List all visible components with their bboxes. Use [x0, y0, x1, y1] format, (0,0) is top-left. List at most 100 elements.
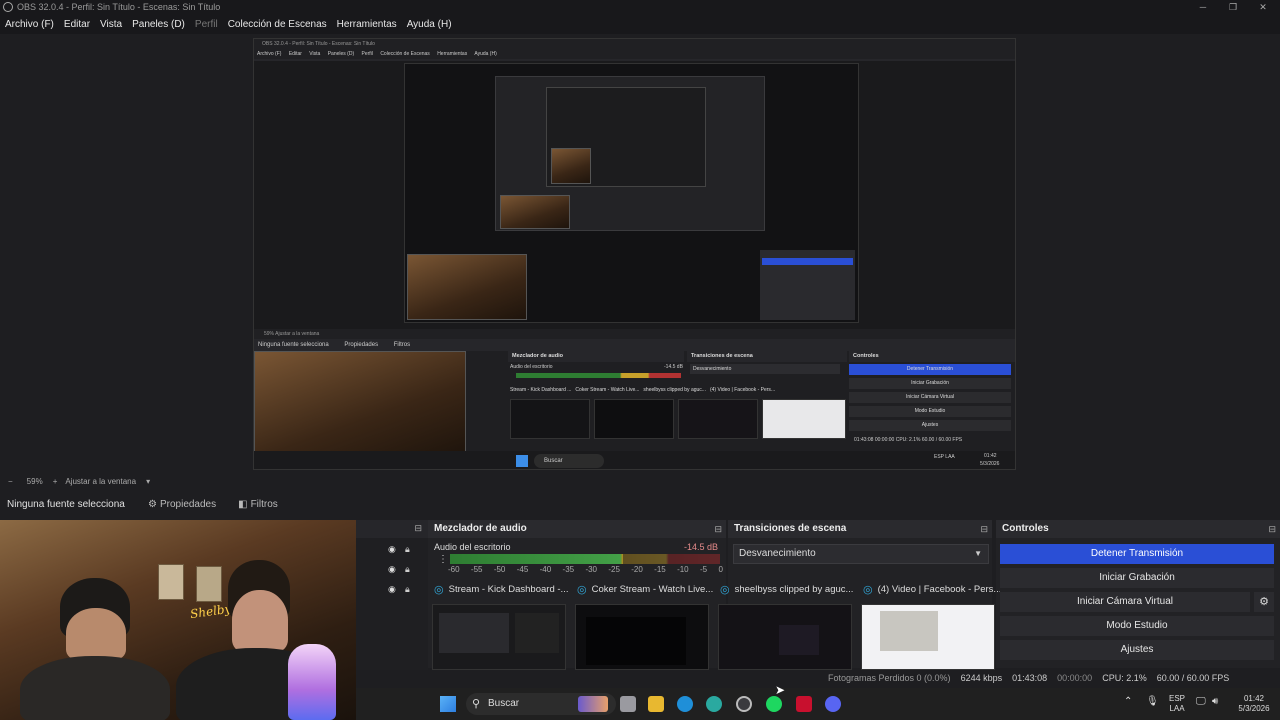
start-virtual-camera-button[interactable]: Iniciar Cámara Virtual: [1000, 592, 1250, 612]
filter-icon: ◧: [238, 498, 248, 510]
search-icon: ⚲: [472, 698, 481, 710]
nested-lang: ESP LAA: [934, 454, 955, 460]
window-preview-label: (4) Video | Facebook - Pers...: [877, 583, 1000, 595]
start-recording-button[interactable]: Iniciar Grabación: [1000, 568, 1274, 588]
thumb-content: [439, 613, 509, 653]
virtual-camera-settings-gear-icon[interactable]: ⚙: [1254, 592, 1274, 612]
meter-tick: -25: [608, 565, 620, 574]
nested-db: -14.5 dB: [664, 364, 683, 370]
spotify-icon[interactable]: [766, 696, 782, 712]
nested-menu-item: Editar: [288, 51, 302, 57]
person-face: [232, 590, 288, 652]
visibility-eye-icon[interactable]: ◉: [388, 584, 400, 595]
nested-inner-capture-3: [546, 87, 706, 187]
person-body: [20, 656, 170, 720]
nested-thumb: [678, 399, 758, 439]
close-button[interactable]: ✕: [1248, 0, 1278, 14]
nested-webcam-2: [500, 195, 570, 229]
properties-button[interactable]: ⚙ Propiedades: [140, 495, 224, 513]
fit-window-select[interactable]: Ajustar a la ventana: [65, 477, 136, 486]
menu-paneles[interactable]: Paneles (D): [127, 19, 190, 30]
menu-coleccion-escenas[interactable]: Colección de Escenas: [223, 19, 332, 30]
obs-icon[interactable]: [736, 696, 752, 712]
clock-date: 5/3/2026: [1238, 704, 1270, 713]
menu-vista[interactable]: Vista: [95, 19, 127, 30]
nested-menu-item: Perfil: [361, 51, 373, 57]
clock[interactable]: 01:42 5/3/2026: [1232, 694, 1276, 714]
rec-time: 00:00:00: [1057, 673, 1093, 683]
nested-canvas: [254, 61, 1015, 351]
chevron-up-icon[interactable]: ⌃: [1124, 697, 1132, 707]
desktop-audio-label: Audio del escritorio: [434, 542, 511, 552]
transition-selected: Desvanecimiento: [739, 548, 816, 559]
nested-clock: 01:42: [984, 453, 997, 459]
edge-icon[interactable]: [677, 696, 693, 712]
popout-icon[interactable]: ⊟: [714, 520, 722, 538]
nested-tab: Coker Stream - Watch Live...: [575, 387, 640, 393]
network-icon[interactable]: 🖵︎: [1196, 697, 1206, 707]
language-indicator[interactable]: ESP LAA: [1166, 694, 1188, 714]
window-preview-sheelbyss[interactable]: ◎ sheelbyss clipped by aguc...: [714, 578, 857, 670]
popout-icon[interactable]: ⊟: [980, 520, 988, 538]
meter-tick: 0: [718, 565, 723, 574]
widget-icon[interactable]: [578, 696, 608, 712]
meter-tick: -35: [562, 565, 575, 574]
volume-meter-unfilled: [622, 554, 720, 564]
zoom-out-button[interactable]: −: [8, 477, 13, 486]
minimize-button[interactable]: ─: [1188, 0, 1218, 14]
window-title: OBS 32.0.4 - Perfil: Sin Título - Escena…: [17, 2, 221, 12]
kebab-menu-icon[interactable]: ⋮: [438, 554, 448, 565]
window-preview-facebook[interactable]: ◎ (4) Video | Facebook - Pers...: [857, 578, 1000, 670]
microphone-icon[interactable]: 🎙︎: [1146, 697, 1159, 707]
studio-mode-button[interactable]: Modo Estudio: [1000, 616, 1274, 636]
audio-mixer-head: Mezclador de audio ⊟: [428, 520, 726, 538]
lock-icon[interactable]: 🔒︎: [405, 544, 417, 555]
filters-button[interactable]: ◧ Filtros: [230, 495, 286, 513]
visibility-eye-icon[interactable]: ◉: [388, 544, 400, 555]
dropped-frames: Fotogramas Perdidos 0 (0.0%): [828, 673, 951, 683]
lock-icon[interactable]: 🔒︎: [405, 564, 417, 575]
nested-title: OBS 32.0.4 - Perfil: Sin Título - Escena…: [254, 39, 1015, 49]
windows-start-icon[interactable]: [440, 696, 456, 712]
menu-perfil[interactable]: Perfil: [190, 19, 223, 30]
popout-icon[interactable]: ⊟: [414, 523, 422, 534]
maximize-button[interactable]: ❐: [1218, 0, 1248, 14]
menu-ayuda[interactable]: Ayuda (H): [402, 19, 457, 30]
menu-herramientas[interactable]: Herramientas: [332, 19, 402, 30]
live-time: 01:43:08: [1012, 673, 1048, 683]
settings-button[interactable]: Ajustes: [1000, 640, 1274, 660]
thumb-content: [779, 625, 819, 655]
discord-icon[interactable]: [825, 696, 841, 712]
desktop-audio-db: -14.5 dB: [683, 542, 718, 552]
app-icon[interactable]: [796, 696, 812, 712]
meter-tick: -30: [585, 565, 597, 574]
chevron-down-icon[interactable]: ▾: [146, 477, 150, 486]
file-explorer-icon[interactable]: [648, 696, 664, 712]
nested-desktop-audio: Audio del escritorio: [510, 364, 553, 370]
lamp: [288, 644, 336, 720]
popout-icon[interactable]: ⊟: [1268, 520, 1276, 538]
window-preview-coker[interactable]: ◎ Coker Stream - Watch Live...: [571, 578, 714, 670]
visibility-eye-icon[interactable]: ◉: [388, 564, 400, 575]
menu-archivo[interactable]: Archivo (F): [0, 19, 59, 30]
lock-icon[interactable]: 🔒︎: [405, 584, 417, 595]
edge-dev-icon[interactable]: [706, 696, 722, 712]
nested-webcam-1: [407, 254, 527, 320]
browser-icon: ◎: [577, 583, 587, 596]
thumb-content: [586, 617, 686, 665]
task-view-icon[interactable]: [620, 696, 636, 712]
window-preview-label: Stream - Kick Dashboard -...: [448, 583, 569, 595]
transition-select[interactable]: Desvanecimiento ▼: [733, 544, 989, 564]
zoom-in-button[interactable]: +: [53, 477, 58, 486]
nested-menu-item: Paneles (D): [327, 51, 355, 57]
menu-editar[interactable]: Editar: [59, 19, 95, 30]
stop-stream-button[interactable]: Detener Transmisión: [1000, 544, 1274, 564]
wall-poster: [196, 566, 222, 602]
volume-icon[interactable]: 🔊︎: [1212, 697, 1218, 707]
window-preview-label: Coker Stream - Watch Live...: [591, 583, 714, 595]
nested-menu-item: Ayuda (H): [474, 51, 497, 57]
window-thumbnail: [575, 604, 709, 670]
nested-menu-item: Vista: [309, 51, 321, 57]
window-preview-kick[interactable]: ◎ Stream - Kick Dashboard -...: [428, 578, 571, 670]
nested-ctrl-vcam: Iniciar Cámara Virtual: [849, 392, 1011, 403]
